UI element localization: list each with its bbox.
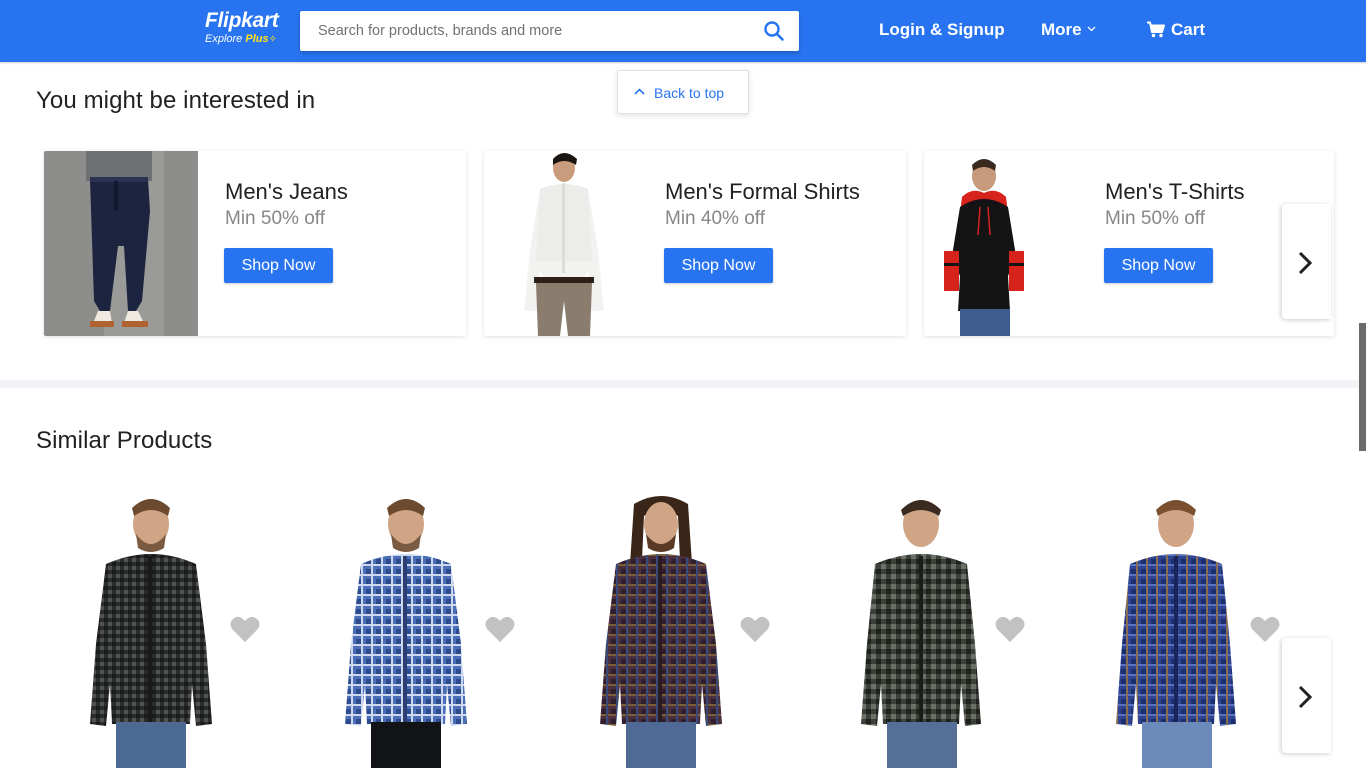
cart-link[interactable]: Cart <box>1146 20 1205 40</box>
logo-tagline: Explore Plus✧ <box>205 33 278 46</box>
card-title: Men's T-Shirts <box>1105 179 1245 204</box>
cart-icon <box>1147 21 1165 38</box>
product-card[interactable] <box>801 494 1041 768</box>
page-scrollbar[interactable] <box>1359 323 1366 451</box>
card-offer: Min 40% off <box>665 208 765 229</box>
search-icon[interactable] <box>763 20 785 42</box>
product-card[interactable] <box>291 494 531 768</box>
formal-shirt-model-image <box>484 151 638 336</box>
category-card-jeans[interactable]: Men's Jeans Min 50% off Shop Now <box>44 151 466 336</box>
section-divider <box>0 380 1366 388</box>
top-header: Flipkart Explore Plus✧ Login & Signup Mo… <box>0 0 1366 62</box>
search-input[interactable] <box>300 11 740 51</box>
shop-now-button[interactable]: Shop Now <box>1104 248 1213 283</box>
card-title: Men's Formal Shirts <box>665 179 860 204</box>
logo-tagline-plus: Plus <box>245 33 269 45</box>
jeans-model-image <box>44 151 198 336</box>
flipkart-logo[interactable]: Flipkart Explore Plus✧ <box>205 9 279 46</box>
category-card-tshirts[interactable]: Men's T-Shirts Min 50% off Shop Now <box>924 151 1334 336</box>
products-next-button[interactable] <box>1282 638 1331 753</box>
more-menu[interactable]: More <box>1041 20 1096 40</box>
logo-tagline-prefix: Explore <box>205 33 243 45</box>
login-signup-link[interactable]: Login & Signup <box>879 20 1005 40</box>
plus-star-icon: ✧ <box>268 34 277 45</box>
carousel-next-button[interactable] <box>1282 204 1331 319</box>
chevron-down-icon <box>1087 26 1096 32</box>
section-title: You might be interested in <box>36 87 316 114</box>
logo-text: Flipkart <box>205 9 279 32</box>
card-offer: Min 50% off <box>225 208 325 229</box>
card-title: Men's Jeans <box>225 179 348 204</box>
product-card[interactable] <box>36 494 276 768</box>
more-label: More <box>1041 20 1082 39</box>
chevron-right-icon <box>1298 685 1313 709</box>
wishlist-heart-icon[interactable] <box>995 616 1025 643</box>
hoodie-tshirt-model-image <box>924 151 1078 336</box>
shop-now-button[interactable]: Shop Now <box>224 248 333 283</box>
search-bar <box>300 11 799 51</box>
back-to-top-label: Back to top <box>654 85 725 101</box>
shop-now-button[interactable]: Shop Now <box>664 248 773 283</box>
section-title: Similar Products <box>36 427 213 454</box>
cart-label: Cart <box>1171 20 1206 39</box>
category-card-formal-shirts[interactable]: Men's Formal Shirts Min 40% off Shop Now <box>484 151 906 336</box>
wishlist-heart-icon[interactable] <box>740 616 770 643</box>
wishlist-heart-icon[interactable] <box>485 616 515 643</box>
wishlist-heart-icon[interactable] <box>1250 616 1280 643</box>
back-to-top-button[interactable]: Back to top <box>617 70 749 114</box>
similar-products-section: Similar Products <box>0 388 1366 768</box>
chevron-up-icon <box>634 88 645 95</box>
card-offer: Min 50% off <box>1105 208 1205 229</box>
product-card[interactable] <box>546 494 786 768</box>
chevron-right-icon <box>1298 251 1313 275</box>
product-card[interactable] <box>1056 494 1296 768</box>
wishlist-heart-icon[interactable] <box>230 616 260 643</box>
